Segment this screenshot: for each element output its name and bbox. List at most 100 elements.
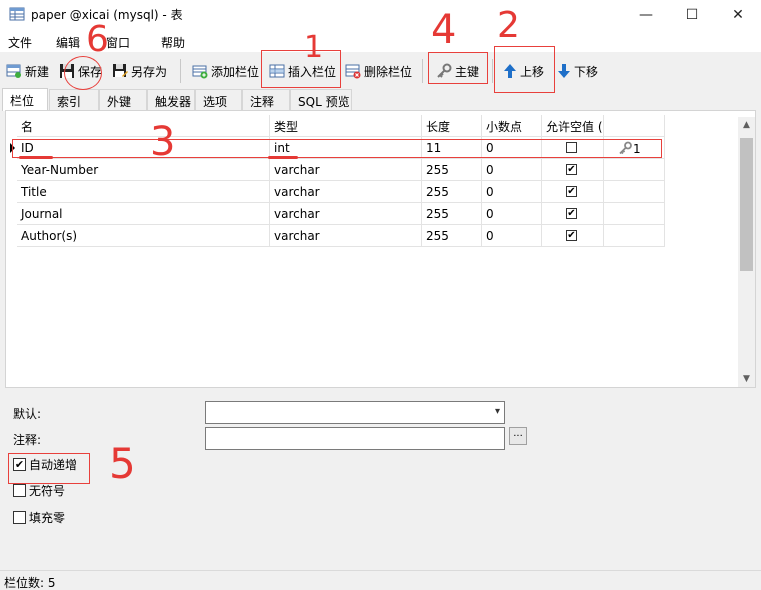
menu-window[interactable]: 窗口 <box>106 34 130 51</box>
tab-triggers[interactable]: 触发器 <box>147 89 195 110</box>
field-name-cell[interactable]: Title <box>17 181 270 203</box>
column-header-key[interactable] <box>604 115 665 137</box>
tab-sql-preview[interactable]: SQL 预览 <box>290 89 352 110</box>
annotation-box-move-up <box>494 46 555 93</box>
close-button[interactable]: ✕ <box>715 0 761 30</box>
field-decimals-cell[interactable]: 0 <box>482 225 542 247</box>
zerofill-label: 填充零 <box>29 510 66 525</box>
menu-edit[interactable]: 编辑 <box>56 34 80 51</box>
table-app-icon <box>9 7 25 21</box>
toolbar-separator <box>422 59 423 83</box>
delete-field-button[interactable]: 删除栏位 <box>345 61 412 81</box>
field-key-cell[interactable] <box>604 181 665 203</box>
add-field-button[interactable]: 添加栏位 <box>192 61 259 81</box>
annotation-number-4: 4 <box>431 7 457 53</box>
field-name-cell[interactable]: Journal <box>17 203 270 225</box>
move-down-button[interactable]: 下移 <box>557 61 598 81</box>
annotation-number-3: 3 <box>150 119 176 165</box>
field-nullable-cell[interactable]: ✔ <box>542 225 604 247</box>
menu-bar: 文件 编辑 窗口 帮助 <box>0 30 761 52</box>
new-table-icon <box>6 64 21 78</box>
tab-fields[interactable]: 栏位 <box>2 88 48 111</box>
menu-help[interactable]: 帮助 <box>161 34 185 51</box>
table-row[interactable]: Year-Number varchar 255 0 ✔ <box>6 159 666 181</box>
delete-field-icon <box>345 64 361 79</box>
title-bar: paper @xicai (mysql) - 表 — ☐ ✕ <box>0 0 761 30</box>
menu-file[interactable]: 文件 <box>8 34 32 51</box>
field-type-cell[interactable]: varchar <box>270 225 422 247</box>
tab-foreign-keys[interactable]: 外键 <box>99 89 147 110</box>
annotation-box-primary-key <box>428 52 488 84</box>
field-decimals-cell[interactable]: 0 <box>482 203 542 225</box>
table-row[interactable]: Journal varchar 255 0 ✔ <box>6 203 666 225</box>
scrollbar-thumb[interactable] <box>740 138 753 271</box>
scroll-down-arrow-icon[interactable]: ▼ <box>738 371 755 387</box>
save-as-button-label: 另存为 <box>131 64 168 79</box>
column-header-nullable[interactable]: 允许空值 ( <box>542 115 604 137</box>
field-length-cell[interactable]: 255 <box>422 181 482 203</box>
save-as-icon <box>113 64 128 77</box>
scroll-up-arrow-icon[interactable]: ▲ <box>738 117 755 133</box>
column-header-length[interactable]: 长度 <box>422 115 482 137</box>
status-bar: 栏位数: 5 <box>0 570 761 590</box>
annotation-underline-type <box>268 156 298 159</box>
field-key-cell[interactable] <box>604 203 665 225</box>
field-key-cell[interactable] <box>604 225 665 247</box>
minimize-button[interactable]: — <box>623 0 669 30</box>
annotation-box-insert-field <box>261 50 341 88</box>
zerofill-checkbox[interactable] <box>13 510 26 524</box>
field-type-cell[interactable]: varchar <box>270 181 422 203</box>
arrow-down-icon <box>558 64 570 78</box>
field-name-cell[interactable]: Year-Number <box>17 159 270 181</box>
nullable-checkbox[interactable]: ✔ <box>566 230 577 241</box>
field-name-cell[interactable]: Author(s) <box>17 225 270 247</box>
field-length-cell[interactable]: 255 <box>422 159 482 181</box>
field-decimals-cell[interactable]: 0 <box>482 181 542 203</box>
annotation-number-6: 6 <box>86 19 109 60</box>
zerofill-option[interactable]: 填充零 <box>13 509 65 525</box>
column-header-decimals[interactable]: 小数点 <box>482 115 542 137</box>
tab-options[interactable]: 选项 <box>195 89 242 110</box>
nullable-checkbox[interactable]: ✔ <box>566 208 577 219</box>
field-nullable-cell[interactable]: ✔ <box>542 181 604 203</box>
column-header-type[interactable]: 类型 <box>270 115 422 137</box>
annotation-circle-save <box>64 56 102 90</box>
field-length-cell[interactable]: 255 <box>422 225 482 247</box>
field-decimals-cell[interactable]: 0 <box>482 159 542 181</box>
default-label: 默认: <box>13 407 42 421</box>
save-as-button[interactable]: 另存为 <box>112 61 167 81</box>
field-type-cell[interactable]: varchar <box>270 203 422 225</box>
toolbar: 新建 保存 另存为 添加栏位 插入栏位 删除栏位 主键 上移 下移 <box>0 52 761 88</box>
tab-indexes[interactable]: 索引 <box>49 89 99 110</box>
field-nullable-cell[interactable]: ✔ <box>542 159 604 181</box>
grid-vertical-scrollbar[interactable]: ▲ ▼ <box>738 117 755 387</box>
delete-field-button-label: 删除栏位 <box>364 64 413 79</box>
table-row[interactable]: Title varchar 255 0 ✔ <box>6 181 666 203</box>
toolbar-separator <box>492 59 493 83</box>
new-button[interactable]: 新建 <box>6 61 49 81</box>
nullable-checkbox[interactable]: ✔ <box>566 164 577 175</box>
toolbar-separator <box>180 59 181 83</box>
annotation-number-5: 5 <box>109 439 136 488</box>
column-header-name[interactable]: 名 <box>17 115 270 137</box>
field-key-cell[interactable] <box>604 159 665 181</box>
table-row[interactable]: Author(s) varchar 255 0 ✔ <box>6 225 666 247</box>
default-value-combo[interactable]: ▾ <box>205 401 505 424</box>
comment-input[interactable] <box>205 427 505 450</box>
unsigned-option[interactable]: 无符号 <box>13 482 65 498</box>
tab-comments[interactable]: 注释 <box>242 89 290 110</box>
maximize-button[interactable]: ☐ <box>669 0 715 30</box>
nullable-checkbox[interactable]: ✔ <box>566 186 577 197</box>
field-length-cell[interactable]: 255 <box>422 203 482 225</box>
unsigned-checkbox[interactable] <box>13 483 26 497</box>
add-field-button-label: 添加栏位 <box>211 64 260 79</box>
field-type-cell[interactable]: varchar <box>270 159 422 181</box>
annotation-box-id-row <box>12 139 662 158</box>
field-count-status: 栏位数: 5 <box>4 576 56 590</box>
add-field-icon <box>192 65 208 79</box>
annotation-number-1: 1 <box>304 30 324 65</box>
field-nullable-cell[interactable]: ✔ <box>542 203 604 225</box>
new-button-label: 新建 <box>25 64 50 79</box>
comment-label: 注释: <box>13 433 42 447</box>
comment-edit-button[interactable]: ... <box>509 427 527 445</box>
